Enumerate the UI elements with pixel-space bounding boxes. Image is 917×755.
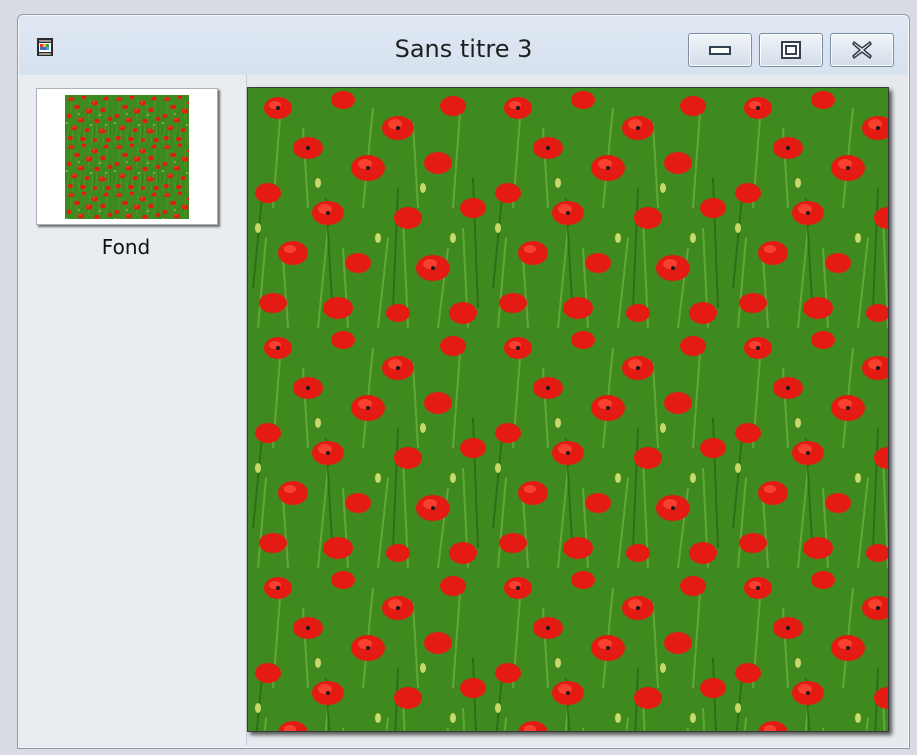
image-canvas[interactable]: [247, 87, 889, 732]
title-bar[interactable]: Sans titre 3: [18, 15, 909, 75]
layer-item-fond[interactable]: [36, 88, 218, 225]
canvas-area[interactable]: [247, 75, 907, 747]
minimize-button[interactable]: [688, 33, 752, 67]
document-window: Sans titre 3 Fond: [17, 14, 910, 749]
maximize-icon: [781, 41, 801, 59]
layer-thumbnail: [65, 95, 189, 219]
close-button[interactable]: [830, 33, 894, 67]
maximize-button[interactable]: [759, 33, 823, 67]
minimize-icon: [709, 46, 731, 55]
layer-label: Fond: [101, 235, 151, 259]
close-icon: [852, 41, 872, 59]
layers-panel: Fond: [20, 75, 247, 745]
